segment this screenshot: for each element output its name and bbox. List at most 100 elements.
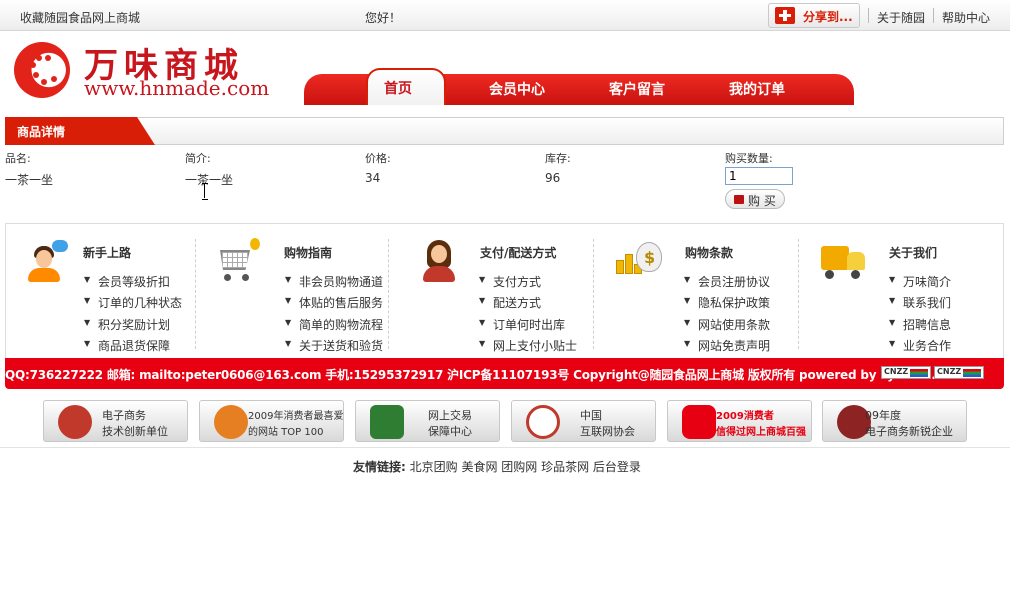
shopping-cart-icon	[214, 238, 264, 284]
szis-seal-icon	[58, 405, 92, 439]
product-desc-value: 一茶一坐	[185, 173, 234, 187]
info-link[interactable]: 非会员购物通道	[285, 273, 383, 290]
badge-line2: 信得过网上商城百强	[716, 427, 806, 438]
info-link[interactable]: 会员注册协议	[684, 273, 770, 290]
friend-links: 友情链接: 北京团购 美食网 团购网 珍品茶网 后台登录	[353, 458, 641, 475]
main-nav: 首页 会员中心 客户留言 我的订单	[304, 68, 854, 105]
stats-counter-icon[interactable]: CNZZ	[881, 366, 931, 379]
product-detail-title: 商品详情	[5, 117, 155, 145]
info-link[interactable]: 简单的购物流程	[285, 316, 383, 333]
badge-new-enterprise[interactable]: 09年度 电子商务新锐企业	[822, 400, 967, 442]
info-column-payment: 支付/配送方式 支付方式 配送方式 订单何时出库 网上支付小贴士	[389, 224, 593, 359]
info-title: 关于我们	[889, 246, 938, 260]
product-stock-value: 96	[545, 171, 561, 185]
info-link[interactable]: 积分奖励计划	[84, 316, 170, 333]
info-link[interactable]: 网站使用条款	[684, 316, 770, 333]
info-link[interactable]: 商品退货保障	[84, 337, 170, 354]
share-label: 分享到...	[803, 10, 853, 24]
add-favorite-link[interactable]: 收藏随园食品网上商城	[20, 9, 140, 26]
badge-ecommerce-innovation[interactable]: 电子商务 技术创新单位	[43, 400, 188, 442]
info-link[interactable]: 网站免责声明	[684, 337, 770, 354]
info-link[interactable]: 支付方式	[479, 273, 541, 290]
info-title: 购物指南	[284, 246, 333, 260]
footer-contact-text: QQ:736227222 邮箱: mailto:peter0606@163.co…	[5, 368, 964, 382]
about-link[interactable]: 关于随园	[877, 9, 925, 26]
badge-trusted-mall[interactable]: 2009消费者 信得过网上商城百强	[667, 400, 812, 442]
info-link[interactable]: 订单的几种状态	[84, 294, 182, 311]
badge-line1: 2009年消费者最喜爱	[248, 411, 344, 422]
info-title: 新手上路	[83, 246, 132, 260]
product-name-value: 一茶一坐	[5, 173, 54, 187]
buy-button[interactable]: 购 买	[725, 189, 785, 209]
badge-line2: 的网站 TOP 100	[248, 427, 324, 438]
badge-line2: 电子商务新锐企业	[865, 425, 953, 438]
badge-trade-protection[interactable]: 网上交易 保障中心	[355, 400, 500, 442]
badge-line2: 互联网协会	[580, 425, 635, 438]
product-stock-label: 库存:	[545, 152, 571, 165]
stats-counter-icon[interactable]: CNZZ	[934, 366, 984, 379]
divider	[868, 8, 869, 23]
friend-links-list[interactable]: 北京团购 美食网 团购网 珍品茶网 后台登录	[410, 460, 641, 474]
info-link[interactable]: 万味简介	[889, 273, 951, 290]
nav-home[interactable]: 首页	[384, 78, 412, 98]
shield-icon	[370, 405, 404, 439]
nav-member-center[interactable]: 会员中心	[489, 79, 545, 99]
info-link[interactable]: 订单何时出库	[479, 316, 565, 333]
delivery-truck-icon	[821, 240, 869, 282]
help-info-section: 新手上路 会员等级折扣 订单的几种状态 积分奖励计划 商品退货保障 购物指南 非…	[5, 223, 1004, 358]
info-link[interactable]: 隐私保护政策	[684, 294, 770, 311]
info-link[interactable]: 业务合作	[889, 337, 951, 354]
quantity-input[interactable]	[725, 167, 793, 185]
info-link[interactable]: 体贴的售后服务	[285, 294, 383, 311]
info-link[interactable]: 配送方式	[479, 294, 541, 311]
logo-icon[interactable]	[14, 42, 70, 98]
user-bubble-icon	[24, 240, 72, 284]
friend-links-label: 友情链接:	[353, 460, 406, 474]
info-link[interactable]: 联系我们	[889, 294, 951, 311]
badge-line1: 网上交易	[428, 409, 472, 422]
internet-society-seal-icon	[526, 405, 560, 439]
top-bar: 收藏随园食品网上商城 您好！ 分享到... 关于随园 帮助中心	[0, 0, 1010, 31]
share-button[interactable]: 分享到...	[768, 3, 860, 28]
info-link[interactable]: 招聘信息	[889, 316, 951, 333]
b-logo-icon	[682, 405, 716, 439]
badge-top100[interactable]: 2009年消费者最喜爱 的网站 TOP 100	[199, 400, 344, 442]
product-price-value: 34	[365, 171, 381, 185]
badge-line1: 2009消费者	[716, 411, 774, 422]
footer-contact-bar: QQ:736227222 邮箱: mailto:peter0606@163.co…	[5, 358, 1004, 389]
nav-my-orders[interactable]: 我的订单	[729, 79, 785, 99]
counter-label: CNZZ	[884, 367, 909, 376]
info-title: 支付/配送方式	[480, 246, 557, 260]
info-column-terms: 购物条款 会员注册协议 隐私保护政策 网站使用条款 网站免责声明	[594, 224, 798, 359]
info-link[interactable]: 会员等级折扣	[84, 273, 170, 290]
product-detail-header: 商品详情	[5, 117, 1004, 145]
counter-label: CNZZ	[937, 367, 962, 376]
logo-url[interactable]: www.hnmade.com	[84, 76, 269, 100]
badge-line2: 保障中心	[428, 425, 472, 438]
share-plus-icon	[775, 7, 795, 24]
info-column-shopping-guide: 购物指南 非会员购物通道 体贴的售后服务 简单的购物流程 关于送货和验货	[196, 224, 389, 359]
info-link[interactable]: 网上支付小贴士	[479, 337, 577, 354]
info-column-newbie: 新手上路 会员等级折扣 订单的几种状态 积分奖励计划 商品退货保障	[6, 224, 196, 359]
buy-label: 购 买	[748, 194, 776, 208]
help-center-link[interactable]: 帮助中心	[942, 9, 990, 26]
greeting-text: 您好！	[365, 11, 402, 25]
product-price-label: 价格:	[365, 152, 391, 165]
divider	[933, 8, 934, 23]
customer-service-icon	[421, 238, 461, 284]
info-column-about-us: 关于我们 万味简介 联系我们 招聘信息 业务合作	[799, 224, 1005, 359]
cart-icon	[734, 195, 744, 204]
top100-seal-icon	[214, 405, 248, 439]
product-name-label: 品名:	[5, 152, 31, 165]
text-cursor-icon	[202, 183, 208, 200]
badge-internet-society[interactable]: 中国 互联网协会	[511, 400, 656, 442]
badge-line1: 09年度	[865, 409, 901, 422]
nav-guestbook[interactable]: 客户留言	[609, 79, 665, 99]
badge-line2: 技术创新单位	[102, 425, 168, 438]
divider	[0, 447, 1010, 448]
info-title: 购物条款	[685, 246, 734, 260]
badge-line1: 电子商务	[102, 409, 146, 422]
info-link[interactable]: 关于送货和验货	[285, 337, 383, 354]
badge-line1: 中国	[580, 409, 602, 422]
product-qty-label: 购买数量:	[725, 152, 773, 165]
